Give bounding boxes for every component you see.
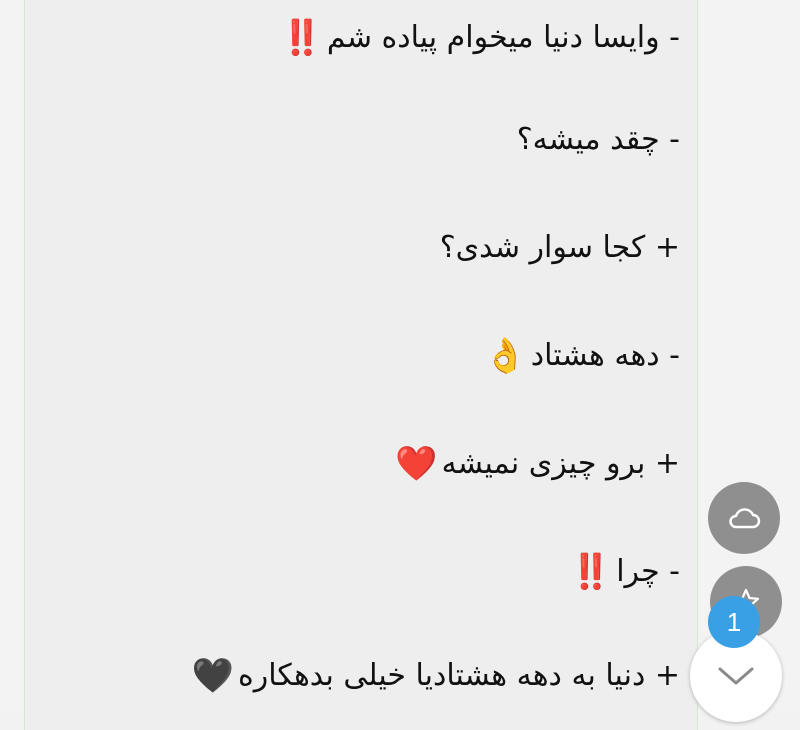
message-line-1: - وایسا دنیا میخوام پیاده شم‼️	[281, 18, 680, 58]
message-line-4: - دهه هشتاد👌	[484, 336, 680, 376]
message-line-7: + دنیا به دهه هشتادیا خیلی بدهکاره🖤	[192, 656, 680, 696]
line-text: - چرا	[616, 554, 680, 589]
chevron-down-icon	[718, 667, 754, 685]
line-text: - دهه هشتاد	[530, 338, 680, 373]
message-line-5: + برو چیزی نمیشه❤️	[395, 444, 680, 484]
double-exclamation-emoji: ‼️	[280, 18, 323, 58]
line-text: + برو چیزی نمیشه	[441, 446, 680, 481]
message-line-3: + کجا سوار شدی؟	[440, 228, 680, 268]
cloud-icon	[729, 508, 761, 529]
message-line-2: - چقد میشه؟	[517, 120, 680, 160]
line-text: - وایسا دنیا میخوام پیاده شم	[326, 20, 680, 55]
cloud-save-button[interactable]	[708, 482, 780, 554]
red-heart-emoji: ❤️	[395, 444, 438, 484]
unread-count-badge: 1	[708, 596, 760, 648]
message-line-6: - چرا‼️	[570, 552, 680, 592]
black-heart-emoji: 🖤	[191, 656, 235, 696]
line-text: + دنیا به دهه هشتادیا خیلی بدهکاره	[238, 658, 680, 693]
line-text: + کجا سوار شدی؟	[439, 230, 680, 265]
line-text: - چقد میشه؟	[516, 122, 680, 157]
ok-hand-emoji: 👌	[484, 336, 527, 376]
double-exclamation-emoji: ‼️	[569, 552, 613, 592]
